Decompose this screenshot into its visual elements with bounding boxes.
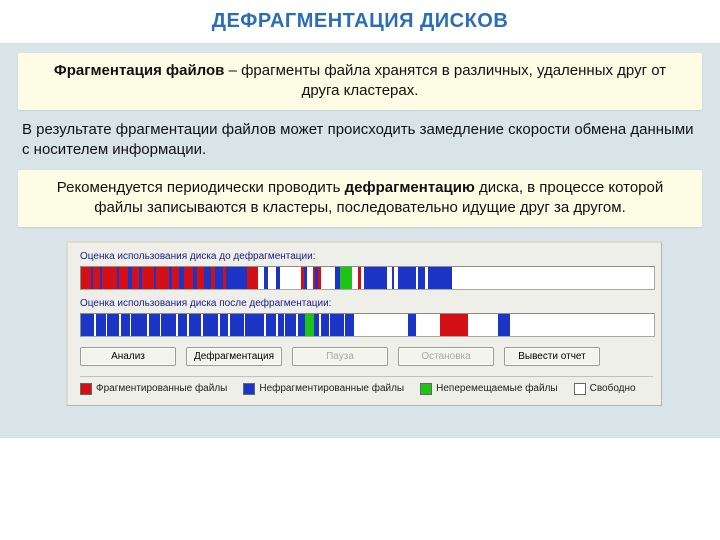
stop-button[interactable]: Остановка (398, 347, 494, 366)
bar-segment (245, 314, 264, 336)
bar-segment (119, 267, 128, 289)
legend-immovable-label: Неперемещаемые файлы (436, 383, 557, 394)
frag-term: Фрагментация файлов (54, 62, 225, 79)
bar-segment (93, 267, 100, 289)
analyze-button[interactable]: Анализ (80, 347, 176, 366)
bar-segment (498, 314, 510, 336)
bar-segment (197, 267, 204, 289)
divider (80, 376, 653, 377)
bar-before (80, 266, 655, 290)
bar-segment (172, 267, 179, 289)
defrag-window: Оценка использования диска до дефрагмент… (66, 241, 662, 406)
legend-frag: Фрагментированные файлы (80, 383, 227, 395)
bar-segment (321, 314, 329, 336)
bar-segment (203, 314, 219, 336)
pause-button[interactable]: Пауза (292, 347, 388, 366)
bar-segment (178, 314, 188, 336)
bar-segment (345, 314, 353, 336)
legend-nonfrag: Нефрагментированные файлы (243, 383, 404, 395)
legend-immovable: Неперемещаемые файлы (420, 383, 557, 395)
legend-frag-label: Фрагментированные файлы (96, 383, 227, 394)
label-before: Оценка использования диска до дефрагмент… (80, 251, 653, 262)
bar-segment (416, 314, 440, 336)
legend-free: Свободно (574, 383, 636, 395)
bar-after (80, 313, 655, 337)
bar-segment (305, 314, 315, 336)
bar-segment (215, 267, 223, 289)
defrag-term: дефрагментацию (345, 179, 475, 196)
bar-segment (81, 314, 94, 336)
report-button[interactable]: Вывести отчет (504, 347, 600, 366)
bar-segment (204, 267, 211, 289)
bar-segment (510, 314, 654, 336)
bar-segment (149, 314, 160, 336)
bar-segment (298, 314, 305, 336)
bar-segment (226, 267, 247, 289)
bar-segment (266, 314, 276, 336)
bar-segment (96, 314, 106, 336)
bar-segment (398, 267, 416, 289)
bar-segment (468, 314, 498, 336)
bar-segment (132, 267, 139, 289)
bar-segment (364, 267, 387, 289)
bar-segment (189, 314, 201, 336)
content-area: Фрагментация файлов – фрагменты файла хр… (0, 43, 720, 438)
bar-segment (184, 267, 194, 289)
legend: Фрагментированные файлы Нефрагментирован… (80, 383, 653, 395)
bar-segment (354, 314, 408, 336)
defrag-card: Рекомендуется периодически проводить деф… (18, 170, 702, 227)
bar-segment (428, 267, 452, 289)
label-after: Оценка использования диска после дефрагм… (80, 298, 653, 309)
bar-segment (81, 267, 91, 289)
bar-segment (247, 267, 258, 289)
bar-segment (161, 314, 175, 336)
bar-segment (230, 314, 244, 336)
frag-desc: – фрагменты файла хранятся в различных, … (224, 62, 666, 99)
bar-segment (107, 314, 119, 336)
bar-segment (330, 314, 343, 336)
swatch-nonfrag-icon (243, 383, 255, 395)
legend-nonfrag-label: Нефрагментированные файлы (259, 383, 404, 394)
bar-segment (285, 314, 296, 336)
bar-segment (280, 267, 301, 289)
bar-segment (452, 267, 653, 289)
bar-segment (121, 314, 129, 336)
mid-paragraph: В результате фрагментации файлов может п… (18, 120, 702, 161)
bar-segment (220, 314, 228, 336)
bar-segment (131, 314, 147, 336)
button-row: Анализ Дефрагментация Пауза Остановка Вы… (80, 347, 653, 366)
bar-segment (142, 267, 154, 289)
page-title: ДЕФРАГМЕНТАЦИЯ ДИСКОВ (0, 10, 720, 33)
bar-segment (268, 267, 277, 289)
legend-free-label: Свободно (590, 383, 636, 394)
bar-segment (321, 267, 335, 289)
swatch-free-icon (574, 383, 586, 395)
bar-segment (440, 314, 468, 336)
bar-segment (156, 267, 169, 289)
bar-segment (102, 267, 117, 289)
defrag-button[interactable]: Дефрагментация (186, 347, 282, 366)
bar-segment (408, 314, 416, 336)
defrag-pre: Рекомендуется периодически проводить (57, 179, 345, 196)
bar-segment (340, 267, 352, 289)
fragmentation-card: Фрагментация файлов – фрагменты файла хр… (18, 53, 702, 110)
swatch-immovable-icon (420, 383, 432, 395)
swatch-frag-icon (80, 383, 92, 395)
